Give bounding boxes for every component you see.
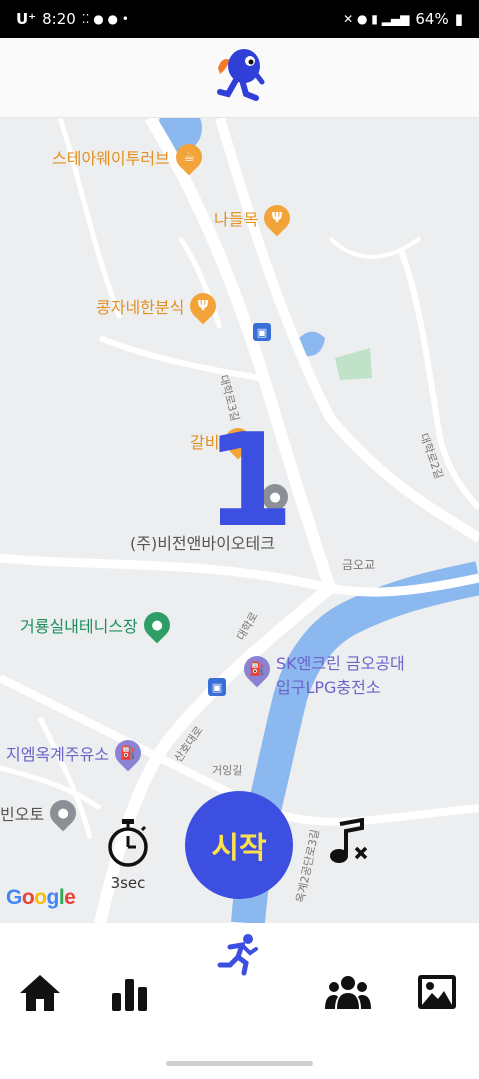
poi-label: 입구LPG충전소: [276, 678, 381, 697]
restaurant-pin-icon: Ψ: [184, 287, 222, 325]
start-button[interactable]: 시작: [185, 791, 293, 899]
music-off-icon: [330, 817, 368, 863]
status-right: ✕ ● ▮ ▂▄▆ 64% ▮: [343, 10, 463, 28]
status-left: U⁺ 8:20 ⁚⁚ ● ● •: [16, 10, 129, 28]
nav-gallery[interactable]: [416, 971, 460, 1015]
clock: 8:20: [42, 10, 76, 28]
gas-pin-icon: ⛽: [109, 734, 147, 772]
timer-label: 3sec: [110, 874, 146, 892]
poi-auto[interactable]: 빈오토 ●: [0, 794, 82, 832]
poi-stayway[interactable]: 스테아웨이투러브 ☕: [52, 138, 208, 176]
nav-run[interactable]: [216, 933, 260, 977]
sports-pin-icon: ●: [138, 606, 176, 644]
google-logo-letter: g: [46, 886, 60, 909]
signal-icons: ✕ ● ▮ ▂▄▆: [343, 12, 410, 26]
poi-label: 지엠옥계주유소: [6, 745, 110, 764]
gallery-icon: [418, 975, 456, 1009]
poi-label: SK엔크린 금오공대: [276, 654, 405, 673]
group-icon: [325, 976, 371, 1009]
poi-nadeulmok[interactable]: 나들목 Ψ: [214, 199, 296, 237]
bus-stop-icon[interactable]: ▣: [253, 323, 271, 341]
running-mascot-icon: [216, 48, 264, 101]
road-label: 거잉길: [212, 764, 243, 777]
cafe-pin-icon: ☕: [170, 138, 208, 176]
poi-label: 나들목: [214, 210, 259, 229]
nav-group[interactable]: [325, 971, 371, 1015]
google-logo-letter: e: [64, 886, 76, 909]
run-icon: [217, 934, 258, 976]
poi-label: 콩자네한분식: [96, 298, 185, 317]
nav-home[interactable]: [18, 971, 62, 1015]
poi-label: 빈오토: [0, 805, 45, 824]
poi-label: 거룡실내테니스장: [20, 617, 138, 636]
google-logo-letter: o: [34, 886, 47, 909]
nav-stats[interactable]: [108, 971, 152, 1015]
battery-percent: 64%: [415, 10, 449, 28]
home-icon: [20, 975, 60, 1011]
poi-tennis[interactable]: 거룡실내테니스장 ●: [20, 606, 176, 644]
poi-kongja[interactable]: 콩자네한분식 Ψ: [96, 287, 222, 325]
google-logo-letter: G: [6, 886, 22, 909]
stopwatch-icon: [108, 819, 148, 867]
location-pin-icon: ●: [44, 794, 82, 832]
gas-pin-icon: ⛽: [238, 650, 276, 688]
poi-jiyeom[interactable]: 지엠옥계주유소 ⛽: [6, 734, 147, 772]
music-toggle-button[interactable]: [326, 817, 372, 870]
restaurant-pin-icon: Ψ: [258, 199, 296, 237]
carrier-label: U⁺: [16, 10, 37, 28]
countdown-number: 1: [205, 407, 295, 556]
timer-button[interactable]: 3sec: [104, 818, 152, 892]
battery-icon: ▮: [454, 10, 463, 28]
notification-icons: ⁚⁚ ● ● •: [81, 12, 129, 26]
stats-icon: [112, 979, 147, 1011]
bottom-nav: [0, 923, 479, 1079]
home-indicator: [166, 1061, 313, 1066]
map-view[interactable]: 스테아웨이투러브 ☕ 나들목 Ψ 콩자네한분식 Ψ 갈비 Ψ ● (주)비전앤바…: [0, 118, 479, 923]
google-logo: Google: [6, 886, 76, 910]
app-header: [0, 38, 479, 118]
bus-stop-icon[interactable]: ▣: [208, 678, 226, 696]
poi-label: 스테아웨이투러브: [52, 149, 170, 168]
google-logo-letter: o: [21, 886, 35, 909]
road-label: 금오교: [342, 558, 376, 572]
poi-sk-station[interactable]: ⛽ SK엔크린 금오공대 입구LPG충전소: [238, 650, 405, 698]
status-bar: U⁺ 8:20 ⁚⁚ ● ● • ✕ ● ▮ ▂▄▆ 64% ▮: [0, 0, 479, 38]
